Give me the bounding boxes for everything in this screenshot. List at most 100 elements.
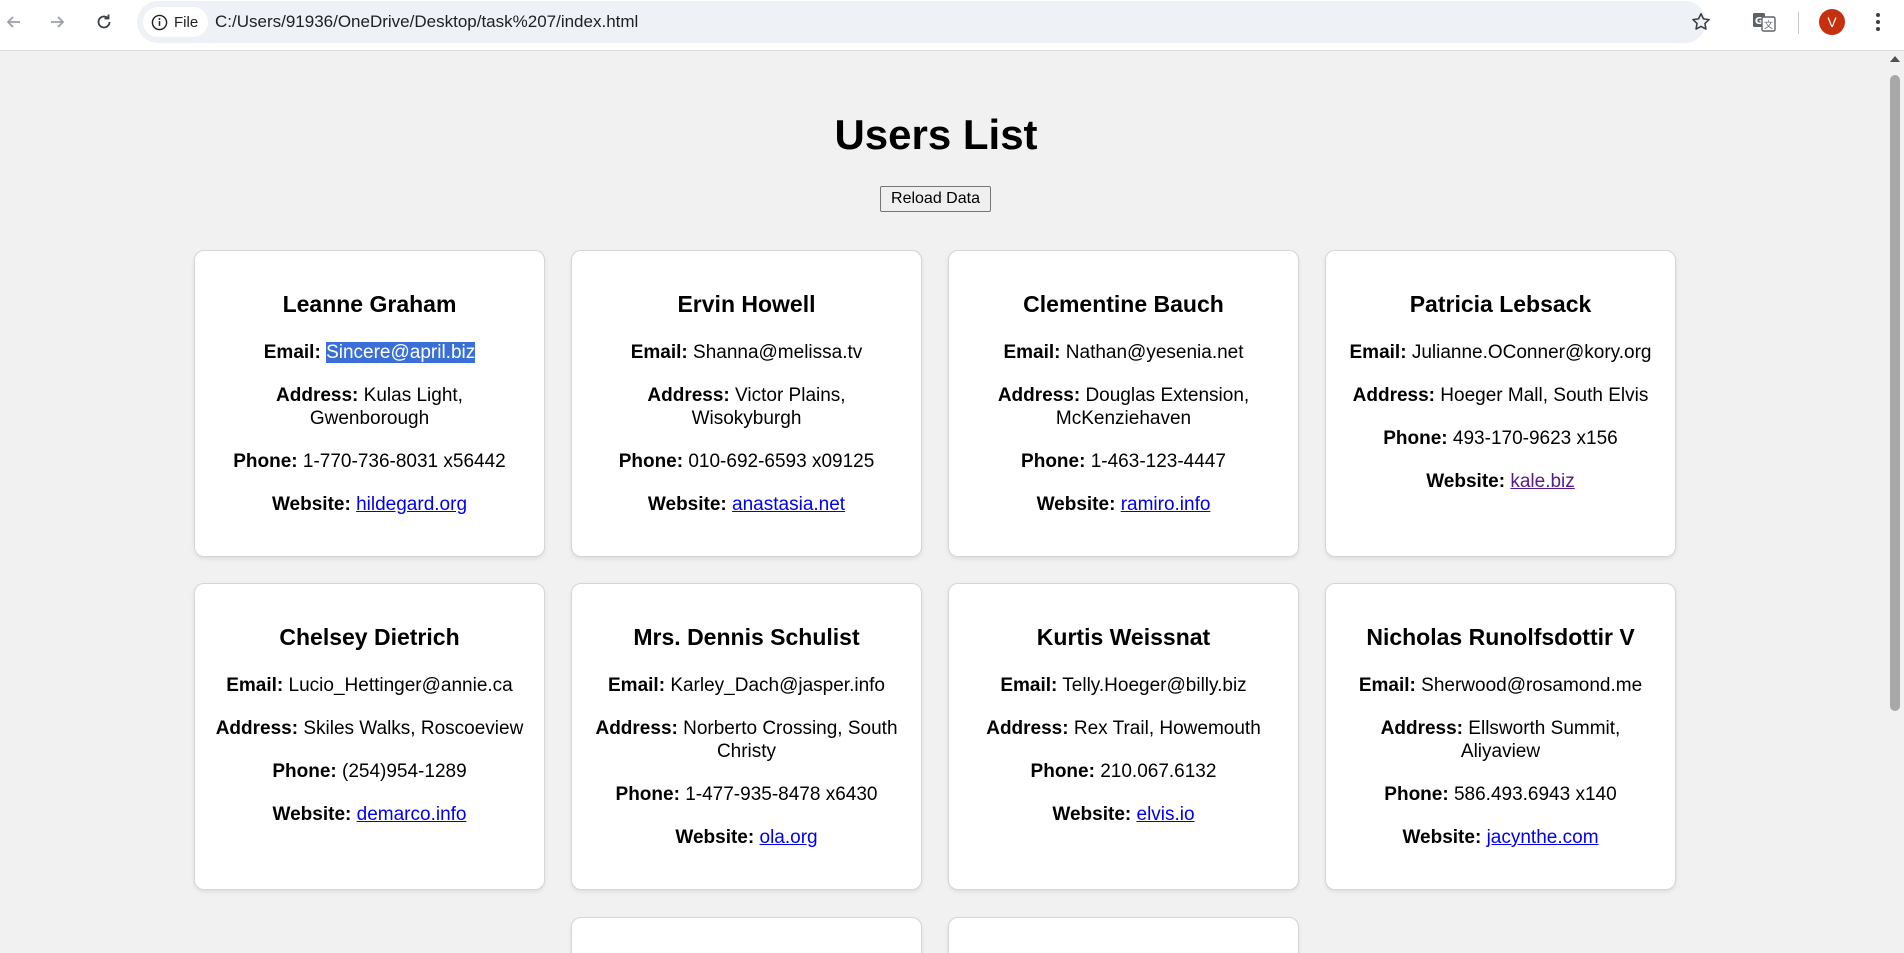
user-card: Kurtis Weissnat Email: Telly.Hoeger@billy… bbox=[948, 583, 1299, 890]
address-label: Address: bbox=[215, 718, 299, 739]
user-name: Kurtis Weissnat bbox=[1036, 624, 1211, 650]
phone-value: 1-477-935-8478 x6430 bbox=[685, 784, 878, 805]
user-card: Ervin Howell Email: Shanna@melissa.tv Addr… bbox=[571, 250, 922, 557]
email-row: Email: Karley_Dach@jasper.info bbox=[592, 674, 901, 697]
website-label: Website: bbox=[675, 827, 755, 848]
address-row: Address: Kulas Light, Gwenborough bbox=[215, 384, 524, 430]
address-label: Address: bbox=[595, 718, 678, 739]
website-link[interactable]: ramiro.info bbox=[1121, 494, 1211, 515]
phone-label: Phone: bbox=[618, 451, 684, 472]
email-value: Sherwood@rosamond.me bbox=[1421, 675, 1643, 696]
star-icon[interactable] bbox=[1690, 11, 1712, 33]
user-card: Mrs. Dennis Schulist Email: Karley_Dach@j… bbox=[571, 583, 922, 890]
website-link[interactable]: hildegard.org bbox=[356, 494, 467, 515]
email-label: Email: bbox=[1349, 342, 1407, 363]
website-label: Website: bbox=[272, 804, 352, 825]
user-name: Clementine Bauch bbox=[1023, 291, 1224, 317]
translate-icon[interactable]: G文 bbox=[1752, 11, 1776, 33]
phone-label: Phone: bbox=[1384, 784, 1449, 805]
email-label: Email: bbox=[630, 342, 688, 363]
phone-row: Phone: 493-170-9623 x156 bbox=[1346, 427, 1655, 450]
page-title: Users List bbox=[834, 111, 1038, 158]
phone-row: Phone: 586.493.6943 x140 bbox=[1346, 783, 1655, 806]
profile-avatar[interactable]: V bbox=[1819, 9, 1845, 35]
file-label: File bbox=[174, 13, 199, 31]
email-label: Email: bbox=[1003, 342, 1061, 363]
forward-button[interactable] bbox=[43, 8, 71, 36]
email-value: Shanna@melissa.tv bbox=[693, 342, 863, 363]
page-content: Users List Reload Data Leanne Graham Emai… bbox=[0, 51, 1886, 953]
address-row: Address: Victor Plains, Wisokyburgh bbox=[592, 384, 901, 430]
email-row: Email: Julianne.OConner@kory.org bbox=[1346, 341, 1655, 364]
website-label: Website: bbox=[271, 494, 351, 515]
email-value: Sincere@april.biz bbox=[326, 342, 476, 363]
address-row: Address: Skiles Walks, Roscoeview bbox=[215, 717, 524, 740]
email-label: Email: bbox=[1358, 675, 1416, 696]
url-text[interactable]: C:/Users/91936/OneDrive/Desktop/task%207… bbox=[215, 12, 638, 32]
user-name: Leanne Graham bbox=[282, 291, 457, 317]
email-row: Email: Lucio_Hettinger@annie.ca bbox=[215, 674, 524, 697]
website-label: Website: bbox=[1052, 804, 1132, 825]
phone-row: Phone: 1-770-736-8031 x56442 bbox=[215, 450, 524, 473]
phone-row: Phone: (254)954-1289 bbox=[215, 760, 524, 783]
website-link[interactable]: anastasia.net bbox=[732, 494, 845, 515]
website-link[interactable]: ola.org bbox=[760, 827, 818, 848]
phone-label: Phone: bbox=[615, 784, 680, 805]
website-link[interactable]: elvis.io bbox=[1137, 804, 1195, 825]
phone-row: Phone: 010-692-6593 x09125 bbox=[592, 450, 901, 473]
website-label: Website: bbox=[1426, 471, 1506, 492]
toolbar-divider bbox=[1798, 12, 1799, 34]
phone-label: Phone: bbox=[1030, 761, 1095, 782]
address-row: Address: Norberto Crossing, South Christ… bbox=[592, 717, 901, 763]
website-link[interactable]: jacynthe.com bbox=[1487, 827, 1599, 848]
website-row: Website: hildegard.org bbox=[215, 493, 524, 516]
menu-dots-icon[interactable] bbox=[1870, 9, 1886, 35]
email-value: Julianne.OConner@kory.org bbox=[1411, 342, 1652, 363]
reload-data-button[interactable]: Reload Data bbox=[880, 186, 991, 212]
phone-value: 586.493.6943 x140 bbox=[1453, 784, 1617, 805]
website-label: Website: bbox=[1036, 494, 1116, 515]
user-name: Chelsey Dietrich bbox=[279, 624, 460, 650]
info-icon bbox=[151, 14, 168, 30]
site-info-chip[interactable]: File bbox=[143, 7, 209, 37]
address-value: Douglas Extension, McKenziehaven bbox=[1055, 385, 1250, 429]
address-value: Skiles Walks, Roscoeview bbox=[303, 718, 524, 739]
address-row: Address: Hoeger Mall, South Elvis bbox=[1346, 384, 1655, 407]
scroll-thumb[interactable] bbox=[1890, 75, 1900, 711]
address-value: Ellsworth Summit, Aliyaview bbox=[1460, 718, 1621, 762]
phone-value: 1-770-736-8031 x56442 bbox=[302, 451, 506, 472]
scroll-up-arrow-icon[interactable] bbox=[1890, 56, 1900, 62]
address-bar[interactable]: File C:/Users/91936/OneDrive/Desktop/tas… bbox=[137, 1, 1706, 43]
forward-arrow-icon bbox=[51, 16, 65, 28]
website-link[interactable]: kale.biz bbox=[1510, 471, 1574, 492]
email-row: Email: Sincere@april.biz bbox=[215, 341, 524, 364]
user-name: Nicholas Runolfsdottir V bbox=[1366, 624, 1635, 650]
email-row: Email: Sherwood@rosamond.me bbox=[1346, 674, 1655, 697]
email-label: Email: bbox=[608, 675, 666, 696]
phone-value: (254)954-1289 bbox=[342, 761, 467, 782]
address-label: Address: bbox=[1380, 718, 1464, 739]
website-row: Website: ramiro.info bbox=[969, 493, 1278, 516]
website-row: Website: jacynthe.com bbox=[1346, 826, 1655, 849]
website-row: Website: kale.biz bbox=[1346, 470, 1655, 493]
scrollbar[interactable] bbox=[1886, 51, 1904, 953]
email-label: Email: bbox=[1000, 675, 1058, 696]
email-row: Email: Nathan@yesenia.net bbox=[969, 341, 1278, 364]
phone-label: Phone: bbox=[1021, 451, 1086, 472]
email-value: Nathan@yesenia.net bbox=[1065, 342, 1244, 363]
website-row: Website: anastasia.net bbox=[592, 493, 901, 516]
user-name: Mrs. Dennis Schulist bbox=[633, 624, 860, 650]
user-card: Nicholas Runolfsdottir V Email: Sherwood@… bbox=[1325, 583, 1676, 890]
reload-page-button[interactable] bbox=[90, 8, 118, 36]
website-label: Website: bbox=[647, 494, 727, 515]
address-value: Rex Trail, Howemouth bbox=[1073, 718, 1261, 739]
website-link[interactable]: demarco.info bbox=[357, 804, 467, 825]
address-label: Address: bbox=[986, 718, 1069, 739]
address-value: Hoeger Mall, South Elvis bbox=[1440, 385, 1649, 406]
back-arrow-icon bbox=[6, 16, 20, 28]
website-label: Website: bbox=[1402, 827, 1482, 848]
phone-value: 1-463-123-4447 bbox=[1090, 451, 1226, 472]
website-row: Website: ola.org bbox=[592, 826, 901, 849]
user-name: Patricia Lebsack bbox=[1409, 291, 1592, 317]
back-button[interactable] bbox=[0, 8, 28, 36]
